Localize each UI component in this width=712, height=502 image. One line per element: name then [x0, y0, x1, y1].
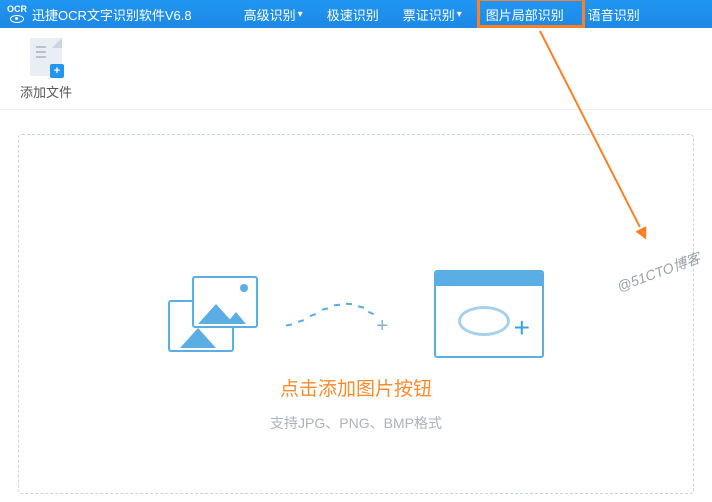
dashed-arrow-icon: + [286, 294, 406, 334]
nav-item-advanced[interactable]: 高级识别▾ [232, 0, 315, 28]
plus-icon: + [514, 312, 530, 344]
dropzone-title: 点击添加图片按钮 [280, 374, 432, 401]
plus-cursor-icon: + [376, 315, 388, 338]
top-nav: 高级识别▾ 极速识别 票证识别▾ 图片局部识别 语音识别 [232, 0, 652, 28]
preview-pane-icon: + [434, 270, 544, 358]
ocr-logo-icon: OCR [6, 3, 28, 25]
add-file-button[interactable]: + 添加文件 [20, 38, 72, 101]
app-header: OCR 迅捷OCR文字识别软件V6.8 高级识别▾ 极速识别 票证识别▾ 图片局… [0, 0, 712, 28]
images-stack-icon [168, 276, 258, 352]
nav-item-region[interactable]: 图片局部识别 [474, 0, 576, 28]
app-title: 迅捷OCR文字识别软件V6.8 [32, 5, 192, 24]
eye-icon [458, 306, 510, 336]
add-file-icon: + [30, 38, 62, 76]
nav-item-fast[interactable]: 极速识别 [315, 0, 391, 28]
dropzone[interactable]: + + 点击添加图片按钮 支持JPG、PNG、BMP格式 [18, 134, 694, 494]
add-file-label: 添加文件 [20, 82, 72, 101]
nav-item-ticket[interactable]: 票证识别▾ [391, 0, 474, 28]
nav-item-voice[interactable]: 语音识别 [576, 0, 652, 28]
dropzone-subtitle: 支持JPG、PNG、BMP格式 [270, 413, 442, 433]
toolbar: + 添加文件 [0, 28, 712, 110]
app-logo: OCR 迅捷OCR文字识别软件V6.8 [6, 3, 192, 25]
dropzone-illustration: + + [168, 270, 544, 358]
